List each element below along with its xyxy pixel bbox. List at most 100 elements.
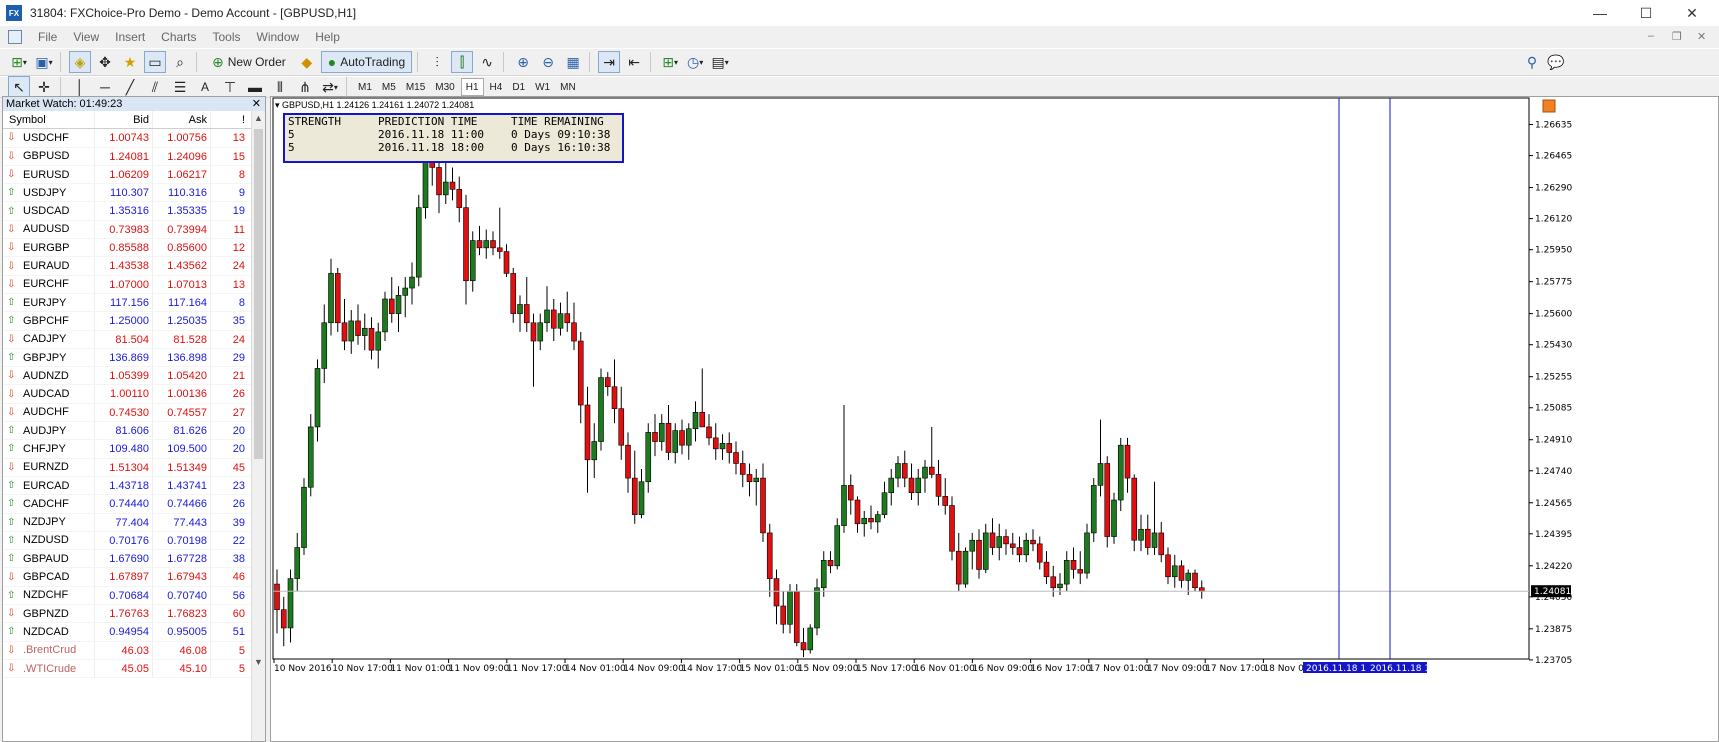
table-row[interactable]: ⇩ EURNZD 1.51304 1.51349 45 bbox=[3, 458, 251, 477]
text-label-icon[interactable]: ⊤ bbox=[219, 76, 241, 98]
table-row[interactable]: ⇩ GBPCAD 1.67897 1.67943 46 bbox=[3, 568, 251, 587]
chat-icon[interactable]: 💬 bbox=[1545, 51, 1567, 73]
data-window-icon[interactable]: ✥ bbox=[94, 51, 116, 73]
timeframe-m5[interactable]: M5 bbox=[378, 78, 400, 96]
menu-charts[interactable]: Charts bbox=[161, 30, 196, 44]
timeframe-m1[interactable]: M1 bbox=[354, 78, 376, 96]
timeframe-w1[interactable]: W1 bbox=[531, 78, 554, 96]
table-row[interactable]: ⇧ EURCAD 1.43718 1.43741 23 bbox=[3, 476, 251, 496]
maximize-button[interactable]: ☐ bbox=[1623, 0, 1669, 26]
navigator-icon[interactable]: ★ bbox=[119, 51, 141, 73]
autotrading-button[interactable]: ● AutoTrading bbox=[320, 51, 413, 73]
periods-icon[interactable]: ◷ ▾ bbox=[684, 51, 706, 73]
chart-collapse-icon[interactable]: ▾ bbox=[275, 100, 280, 110]
timeframe-h1[interactable]: H1 bbox=[460, 78, 484, 96]
table-row[interactable]: ⇩ EURCHF 1.07000 1.07013 13 bbox=[3, 275, 251, 294]
column-symbol[interactable]: Symbol bbox=[3, 111, 95, 129]
table-row[interactable]: ⇧ AUDJPY 81.606 81.626 20 bbox=[3, 422, 251, 441]
table-row[interactable]: ⇩ EURAUD 1.43538 1.43562 24 bbox=[3, 257, 251, 276]
close-window-button[interactable]: ✕ bbox=[1669, 0, 1715, 26]
tile-windows-icon[interactable]: ▦ bbox=[562, 51, 584, 73]
mdi-minimize-button[interactable]: – bbox=[1648, 30, 1654, 42]
price-chart[interactable]: 1.26810 1.26635 1.26465 1.26290 1.26120 1.259… bbox=[271, 97, 1719, 742]
table-row[interactable]: ⇧ GBPAUD 1.67690 1.67728 38 bbox=[3, 550, 251, 569]
terminal-icon[interactable]: ▭ bbox=[144, 51, 166, 73]
timeframe-m30[interactable]: M30 bbox=[431, 78, 458, 96]
new-order-button[interactable]: ⊕ New Order bbox=[205, 51, 293, 73]
table-row[interactable]: ⇧ NZDCHF 0.70684 0.70740 56 bbox=[3, 586, 251, 606]
gann-icon[interactable]: ⦀ bbox=[269, 76, 291, 98]
table-row[interactable]: ⇩ GBPUSD 1.24081 1.24096 15 bbox=[3, 147, 251, 166]
crosshair-icon[interactable]: ✛ bbox=[33, 76, 55, 98]
auto-scroll-icon[interactable]: ⇥ bbox=[598, 51, 621, 73]
table-row[interactable]: ⇧ EURJPY 117.156 117.164 8 bbox=[3, 293, 251, 313]
metaeditor-icon[interactable]: ◆ bbox=[296, 51, 318, 73]
minimize-button[interactable]: — bbox=[1577, 0, 1623, 26]
strategy-tester-icon[interactable]: ⌕ bbox=[169, 51, 191, 73]
search-icon[interactable]: ⚲ bbox=[1521, 51, 1543, 73]
menu-window[interactable]: Window bbox=[257, 30, 300, 44]
cursor-icon[interactable]: ↖ bbox=[8, 76, 30, 98]
column-bid[interactable]: Bid bbox=[95, 111, 153, 129]
menu-tools[interactable]: Tools bbox=[213, 30, 241, 44]
line-chart-icon[interactable]: ∿ bbox=[476, 51, 498, 73]
table-row[interactable]: ⇧ USDJPY 110.307 110.316 9 bbox=[3, 184, 251, 203]
table-row[interactable]: ⇧ NZDUSD 0.70176 0.70198 22 bbox=[3, 531, 251, 551]
chart-shift-icon[interactable]: ⇤ bbox=[623, 51, 645, 73]
table-row[interactable]: ⇩ .BrentCrud 46.03 46.08 5 bbox=[3, 641, 251, 660]
menu-help[interactable]: Help bbox=[315, 30, 340, 44]
scroll-up-icon[interactable]: ▲ bbox=[254, 113, 263, 123]
scroll-down-icon[interactable]: ▼ bbox=[254, 657, 263, 667]
table-row[interactable]: ⇩ EURUSD 1.06209 1.06217 8 bbox=[3, 165, 251, 185]
timeframe-d1[interactable]: D1 bbox=[508, 78, 529, 96]
rectangle-icon[interactable]: ▬ bbox=[244, 76, 266, 98]
market-watch-toggle-icon[interactable]: ◈ bbox=[69, 51, 91, 73]
market-watch-scrollbar[interactable]: ▲ ▼ bbox=[251, 111, 265, 741]
timeframe-mn[interactable]: MN bbox=[556, 78, 580, 96]
table-row[interactable]: ⇩ AUDCAD 1.00110 1.00136 26 bbox=[3, 385, 251, 404]
table-row[interactable]: ⇩ AUDUSD 0.73983 0.73994 11 bbox=[3, 220, 251, 240]
table-row[interactable]: ⇩ GBPNZD 1.76763 1.76823 60 bbox=[3, 605, 251, 624]
arrows-icon[interactable]: ⇄ ▾ bbox=[319, 76, 341, 98]
table-row[interactable]: ⇧ USDCAD 1.35316 1.35335 19 bbox=[3, 202, 251, 221]
menu-insert[interactable]: Insert bbox=[115, 30, 145, 44]
new-chart-icon[interactable]: ⊞ ▾ bbox=[8, 51, 30, 73]
table-row[interactable]: ⇩ .WTICrude 45.05 45.10 5 bbox=[3, 659, 251, 679]
timeframe-m15[interactable]: M15 bbox=[402, 78, 429, 96]
templates-icon[interactable]: ▤ ▾ bbox=[709, 51, 731, 73]
candlesticks-icon[interactable]: ⫿ bbox=[451, 51, 474, 73]
table-row[interactable]: ⇧ GBPJPY 136.869 136.898 29 bbox=[3, 348, 251, 368]
column-spread[interactable]: ! bbox=[211, 111, 251, 128]
table-row[interactable]: ⇧ CADCHF 0.74440 0.74466 26 bbox=[3, 495, 251, 514]
indicators-icon[interactable]: ⊞ ▾ bbox=[659, 51, 681, 73]
table-row[interactable]: ⇩ AUDCHF 0.74530 0.74557 27 bbox=[3, 403, 251, 423]
table-row[interactable]: ⇩ EURGBP 0.85588 0.85600 12 bbox=[3, 239, 251, 258]
scrollbar-thumb[interactable] bbox=[254, 129, 263, 459]
mdi-restore-button[interactable]: ❐ bbox=[1672, 30, 1682, 43]
market-watch-close-button[interactable]: ✕ bbox=[252, 97, 261, 110]
zoom-out-icon[interactable]: ⊖ bbox=[537, 51, 559, 73]
fibonacci-icon[interactable]: ☰ bbox=[169, 76, 191, 98]
trendline-icon[interactable]: ╱ bbox=[119, 76, 141, 98]
table-row[interactable]: ⇧ NZDCAD 0.94954 0.95005 51 bbox=[3, 623, 251, 642]
table-row[interactable]: ⇩ AUDNZD 1.05399 1.05420 21 bbox=[3, 367, 251, 386]
equidistant-channel-icon[interactable]: ⫽ bbox=[144, 76, 166, 98]
zoom-in-icon[interactable]: ⊕ bbox=[512, 51, 534, 73]
horizontal-line-icon[interactable]: ─ bbox=[94, 76, 116, 98]
menu-view[interactable]: View bbox=[73, 30, 99, 44]
table-row[interactable]: ⇩ USDCHF 1.00743 1.00756 13 bbox=[3, 129, 251, 148]
menu-file[interactable]: File bbox=[38, 30, 57, 44]
table-row[interactable]: ⇧ GBPCHF 1.25000 1.25035 35 bbox=[3, 312, 251, 331]
table-row[interactable]: ⇧ CHFJPY 109.480 109.500 20 bbox=[3, 440, 251, 459]
pitchfork-icon[interactable]: ⋔ bbox=[294, 76, 316, 98]
table-row[interactable]: ⇧ NZDJPY 77.404 77.443 39 bbox=[3, 513, 251, 532]
column-ask[interactable]: Ask bbox=[153, 111, 211, 129]
table-row[interactable]: ⇩ CADJPY 81.504 81.528 24 bbox=[3, 330, 251, 349]
mdi-close-button[interactable]: ✕ bbox=[1697, 30, 1706, 43]
chart-window[interactable]: 1.26810 1.26635 1.26465 1.26290 1.26120 1.259… bbox=[270, 96, 1719, 742]
bar-chart-icon[interactable]: ⫶ bbox=[426, 51, 448, 73]
vertical-line-icon[interactable]: │ bbox=[69, 76, 91, 98]
timeframe-h4[interactable]: H4 bbox=[486, 78, 507, 96]
profiles-icon[interactable]: ▣ ▾ bbox=[33, 51, 55, 73]
text-icon[interactable]: A bbox=[194, 76, 216, 98]
